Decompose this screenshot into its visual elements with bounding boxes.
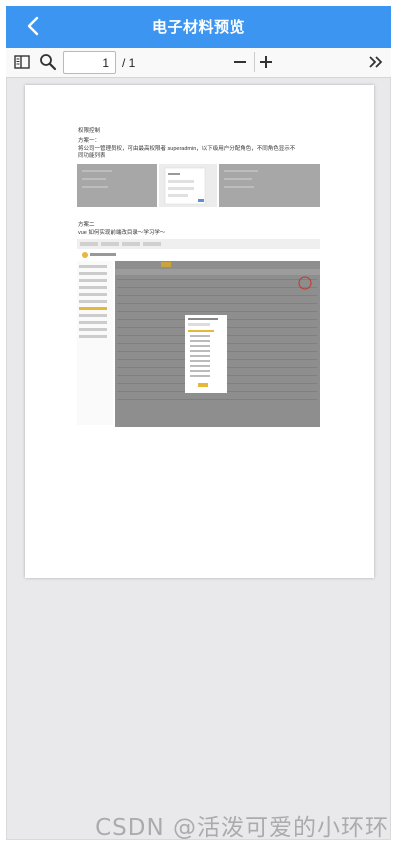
doc-plan-one-title: 方案一： bbox=[78, 138, 101, 144]
sidebar-toggle-icon[interactable] bbox=[12, 52, 32, 72]
page-total: / 1 bbox=[122, 56, 136, 70]
page-number-input[interactable] bbox=[63, 51, 116, 74]
pdf-toolbar: / 1 bbox=[6, 48, 391, 78]
double-chevron-right-icon[interactable] bbox=[366, 52, 386, 72]
watermark: CSDN @活泼可爱的小环环 bbox=[95, 815, 389, 841]
doc-heading: 权限控制 bbox=[78, 128, 101, 134]
doc-admin-screenshot bbox=[77, 239, 320, 427]
toolbar-separator bbox=[254, 52, 255, 72]
doc-plan-one-text-2: 同功能列表 bbox=[78, 153, 106, 159]
minus-icon[interactable] bbox=[230, 52, 250, 72]
app-header: 电子材料预览 bbox=[6, 6, 391, 48]
doc-plan-two-text: vue 如何实现前端改目录～学习学～ bbox=[78, 230, 166, 236]
doc-screenshot-thumbnails bbox=[77, 164, 320, 207]
pdf-page: 权限控制 方案一： 将公司一管理员权，可由最高权限者 superadmin，以下… bbox=[25, 85, 374, 578]
plus-icon[interactable] bbox=[256, 52, 276, 72]
doc-plan-one-text: 将公司一管理员权，可由最高权限者 superadmin，以下级用户分配角色，不同… bbox=[78, 146, 296, 152]
search-icon[interactable] bbox=[38, 52, 58, 72]
pdf-viewer[interactable]: 权限控制 方案一： 将公司一管理员权，可由最高权限者 superadmin，以下… bbox=[6, 78, 391, 840]
page-title: 电子材料预览 bbox=[151, 19, 245, 36]
doc-plan-two-title: 方案二 bbox=[78, 222, 95, 228]
